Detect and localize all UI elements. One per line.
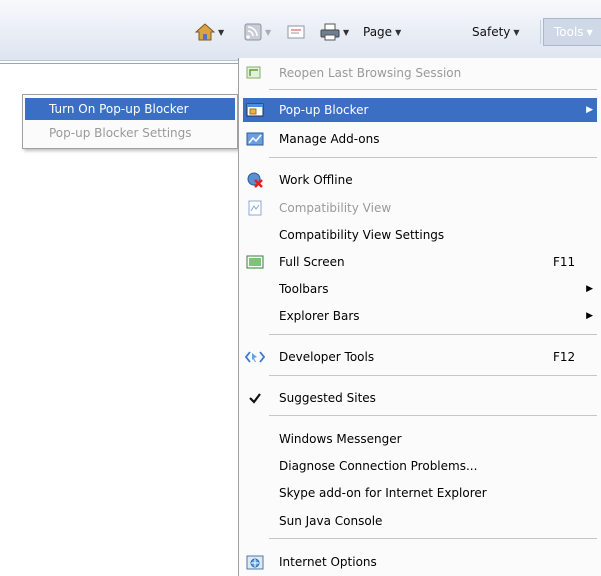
manage-addons-item[interactable]: Manage Add-ons [243, 127, 597, 151]
menu-item-label: Internet Options [279, 555, 377, 569]
work-offline-item[interactable]: Work Offline [243, 168, 597, 192]
print-button[interactable]: ▼ [320, 21, 349, 43]
menu-separator [269, 375, 597, 376]
home-button[interactable]: ▼ [195, 21, 224, 43]
popup-blocker-item[interactable]: Pop-up Blocker ▶ [243, 98, 597, 122]
reopen-icon [245, 64, 265, 82]
popup-blocker-icon [245, 101, 265, 119]
menu-item-label: Manage Add-ons [279, 132, 380, 146]
divider-line [0, 63, 238, 64]
safety-menu-label: Safety [472, 25, 511, 39]
sun-java-console-item[interactable]: Sun Java Console [243, 509, 597, 533]
page-menu-button[interactable]: Page ▼ [363, 21, 401, 43]
menu-separator [269, 89, 597, 90]
menu-item-label: Toolbars [279, 282, 329, 296]
addons-icon [245, 130, 265, 148]
menu-item-label: Windows Messenger [279, 432, 402, 446]
tools-dropdown-icon: ▼ [586, 27, 593, 37]
developer-tools-icon [245, 348, 265, 366]
command-bar: ▼ ▼ ▼ Page ▼ Safety ▼ Tools ▼ [0, 0, 601, 61]
menu-separator [269, 538, 597, 539]
menu-separator [269, 334, 597, 335]
tools-menu: Reopen Last Browsing Session Pop-up Bloc… [238, 58, 601, 576]
developer-tools-item[interactable]: Developer Tools F12 [243, 345, 597, 369]
internet-options-icon [245, 553, 265, 571]
compatibility-view-icon [245, 199, 265, 217]
toolbars-item[interactable]: Toolbars ▶ [243, 277, 597, 301]
menu-item-label: Compatibility View Settings [279, 228, 445, 242]
feeds-dropdown-icon[interactable]: ▼ [265, 28, 271, 37]
mail-icon [287, 25, 305, 39]
menu-item-label: Full Screen [279, 255, 345, 269]
feeds-icon [244, 23, 262, 41]
menu-item-label: Diagnose Connection Problems... [279, 459, 478, 473]
shortcut-label: F12 [553, 350, 576, 364]
checkmark-icon [245, 389, 265, 407]
suggested-sites-item[interactable]: Suggested Sites [243, 386, 597, 410]
popup-blocker-submenu: Turn On Pop-up Blocker Pop-up Blocker Se… [22, 94, 238, 149]
windows-messenger-item[interactable]: Windows Messenger [243, 427, 597, 451]
work-offline-icon [245, 171, 265, 189]
menu-item-label: Turn On Pop-up Blocker [49, 102, 189, 116]
diagnose-connection-item[interactable]: Diagnose Connection Problems... [243, 454, 597, 478]
internet-options-item[interactable]: Internet Options [243, 550, 597, 574]
explorer-bars-item[interactable]: Explorer Bars ▶ [243, 304, 597, 328]
full-screen-item[interactable]: Full Screen F11 [243, 250, 597, 274]
menu-item-label: Developer Tools [279, 350, 375, 364]
tools-menu-button[interactable]: Tools ▼ [543, 18, 601, 46]
menu-item-label: Reopen Last Browsing Session [279, 66, 462, 80]
safety-menu-button[interactable]: Safety ▼ [472, 21, 520, 43]
full-screen-icon [245, 253, 265, 271]
page-dropdown-icon: ▼ [395, 27, 402, 37]
menu-item-label: Work Offline [279, 173, 353, 187]
menu-item-label: Suggested Sites [279, 391, 376, 405]
skype-addon-item[interactable]: Skype add-on for Internet Explorer [243, 481, 597, 505]
popup-blocker-settings-item: Pop-up Blocker Settings [25, 122, 235, 144]
home-dropdown-icon[interactable]: ▼ [218, 28, 224, 37]
menu-separator [269, 157, 597, 158]
home-icon [195, 23, 215, 41]
submenu-arrow-icon: ▶ [586, 284, 593, 294]
feeds-button[interactable]: ▼ [244, 21, 271, 43]
tools-menu-label: Tools [554, 25, 584, 39]
page-menu-label: Page [363, 25, 393, 39]
menu-item-label: Explorer Bars [279, 309, 360, 323]
menu-separator [269, 415, 597, 416]
turn-on-popup-blocker-item[interactable]: Turn On Pop-up Blocker [25, 98, 235, 120]
print-dropdown-icon[interactable]: ▼ [343, 28, 349, 37]
read-mail-button[interactable] [287, 21, 305, 43]
submenu-arrow-icon: ▶ [586, 105, 593, 115]
submenu-arrow-icon: ▶ [586, 311, 593, 321]
reopen-last-session-item: Reopen Last Browsing Session [243, 61, 597, 85]
compatibility-view-item: Compatibility View [243, 196, 597, 220]
printer-icon [320, 23, 340, 41]
menu-item-label: Skype add-on for Internet Explorer [279, 486, 487, 500]
shortcut-label: F11 [553, 255, 576, 269]
menu-item-label: Compatibility View [279, 201, 392, 215]
menu-item-label: Pop-up Blocker Settings [49, 126, 192, 140]
compatibility-view-settings-item[interactable]: Compatibility View Settings [243, 223, 597, 247]
toolbar-separator [540, 20, 541, 44]
menu-item-label: Pop-up Blocker [279, 103, 369, 117]
safety-dropdown-icon: ▼ [513, 27, 520, 37]
menu-item-label: Sun Java Console [279, 514, 383, 528]
